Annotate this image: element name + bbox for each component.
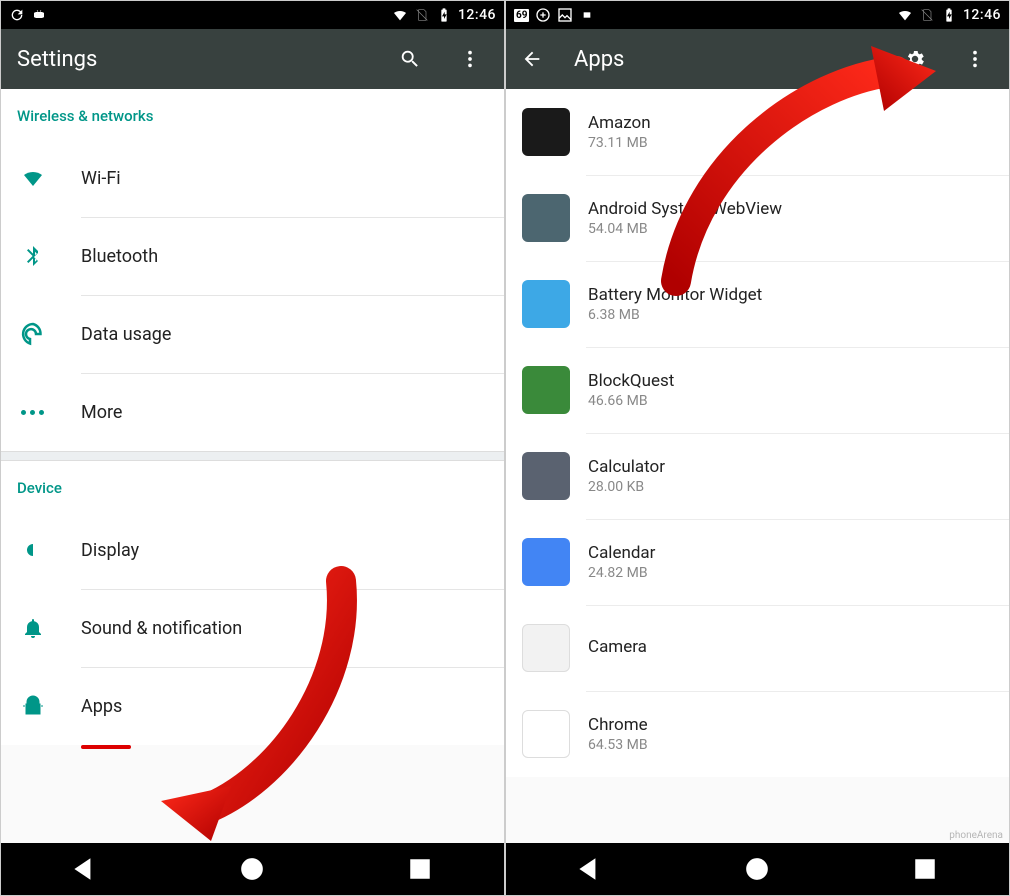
app-size: 46.66 MB bbox=[588, 393, 674, 409]
phone-settings: 12:46 Settings Wireless & networks Wi-Fi… bbox=[0, 0, 505, 896]
battery-charging-icon bbox=[436, 7, 452, 23]
app-icon bbox=[522, 624, 570, 672]
app-icon bbox=[522, 452, 570, 500]
nav-back-icon[interactable] bbox=[577, 856, 603, 882]
row-label: Wi-Fi bbox=[81, 168, 488, 189]
battery-charging-icon bbox=[941, 7, 957, 23]
app-size: 28.00 KB bbox=[588, 479, 665, 495]
app-name: Calculator bbox=[588, 457, 665, 477]
app-name: Calendar bbox=[588, 543, 655, 563]
nav-bar bbox=[1, 843, 504, 895]
app-size: 54.04 MB bbox=[588, 221, 782, 237]
row-label: Data usage bbox=[81, 324, 488, 345]
more-vert-icon bbox=[459, 48, 481, 70]
android-debug-icon bbox=[31, 7, 47, 23]
search-button[interactable] bbox=[392, 48, 428, 70]
app-size: 6.38 MB bbox=[588, 307, 762, 323]
back-button[interactable] bbox=[514, 48, 550, 70]
app-size: 73.11 MB bbox=[588, 135, 651, 151]
app-name: Chrome bbox=[588, 715, 648, 735]
bluetooth-icon bbox=[21, 244, 45, 268]
more-vert-icon bbox=[964, 48, 986, 70]
wifi-icon bbox=[897, 7, 913, 23]
app-name: Battery Monitor Widget bbox=[588, 285, 762, 305]
refresh-icon bbox=[9, 7, 25, 23]
app-icon bbox=[522, 710, 570, 758]
app-icon bbox=[522, 538, 570, 586]
display-icon bbox=[21, 538, 45, 562]
app-size: 24.82 MB bbox=[588, 565, 655, 581]
app-row[interactable]: Camera bbox=[506, 605, 1009, 691]
status-time: 12:46 bbox=[963, 7, 1001, 23]
arrow-back-icon bbox=[521, 48, 543, 70]
overflow-button[interactable] bbox=[957, 48, 993, 70]
app-status-icon bbox=[535, 7, 551, 23]
status-bar: 69 12:46 bbox=[506, 1, 1009, 29]
row-apps[interactable]: Apps bbox=[1, 667, 504, 745]
app-icon bbox=[522, 108, 570, 156]
notifications-icon bbox=[21, 616, 45, 640]
gear-icon bbox=[904, 48, 926, 70]
nav-home-icon[interactable] bbox=[744, 856, 770, 882]
app-row[interactable]: Amazon 73.11 MB bbox=[506, 89, 1009, 175]
row-wifi[interactable]: Wi-Fi bbox=[1, 139, 504, 217]
badge-icon: 69 bbox=[514, 9, 529, 22]
phone-apps: 69 12:46 Apps Amazon 73.11 MB Android Syst… bbox=[505, 0, 1010, 896]
app-size: 64.53 MB bbox=[588, 737, 648, 753]
app-row[interactable]: Battery Monitor Widget 6.38 MB bbox=[506, 261, 1009, 347]
app-name: Android System WebView bbox=[588, 199, 782, 219]
app-name: BlockQuest bbox=[588, 371, 674, 391]
row-sound[interactable]: Sound & notification bbox=[1, 589, 504, 667]
apps-list[interactable]: Amazon 73.11 MB Android System WebView 54.0… bbox=[506, 89, 1009, 843]
wifi-icon bbox=[21, 166, 45, 190]
no-sim-icon bbox=[919, 7, 935, 23]
annotation-underline bbox=[81, 745, 131, 749]
row-label: More bbox=[81, 402, 488, 423]
app-row[interactable]: Android System WebView 54.04 MB bbox=[506, 175, 1009, 261]
app-icon bbox=[522, 366, 570, 414]
app-icon bbox=[522, 280, 570, 328]
appbar-title: Settings bbox=[17, 47, 368, 72]
app-name: Amazon bbox=[588, 113, 651, 133]
section-wireless: Wireless & networks bbox=[1, 89, 504, 139]
status-bar: 12:46 bbox=[1, 1, 504, 29]
nav-recent-icon[interactable] bbox=[407, 856, 433, 882]
app-row[interactable]: Chrome 64.53 MB bbox=[506, 691, 1009, 777]
app-row[interactable]: BlockQuest 46.66 MB bbox=[506, 347, 1009, 433]
row-label: Bluetooth bbox=[81, 246, 488, 267]
row-bluetooth[interactable]: Bluetooth bbox=[1, 217, 504, 295]
image-icon bbox=[557, 7, 573, 23]
section-divider bbox=[1, 451, 504, 461]
configure-button[interactable] bbox=[897, 48, 933, 70]
overflow-button[interactable] bbox=[452, 48, 488, 70]
data-usage-icon bbox=[21, 322, 45, 346]
settings-content[interactable]: Wireless & networks Wi-Fi Bluetooth Data… bbox=[1, 89, 504, 843]
row-more[interactable]: More bbox=[1, 373, 504, 451]
status-time: 12:46 bbox=[458, 7, 496, 23]
app-row[interactable]: Calculator 28.00 KB bbox=[506, 433, 1009, 519]
row-data-usage[interactable]: Data usage bbox=[1, 295, 504, 373]
search-icon bbox=[399, 48, 421, 70]
app-row[interactable]: Calendar 24.82 MB bbox=[506, 519, 1009, 605]
more-horiz-icon bbox=[21, 410, 44, 415]
appbar-title: Apps bbox=[574, 47, 873, 72]
nav-bar bbox=[506, 843, 1009, 895]
row-label: Apps bbox=[81, 696, 488, 717]
apps-icon bbox=[21, 694, 45, 718]
android-debug-icon bbox=[579, 7, 595, 23]
nav-back-icon[interactable] bbox=[72, 856, 98, 882]
watermark: phoneArena bbox=[949, 830, 1003, 841]
appbar-settings: Settings bbox=[1, 29, 504, 89]
nav-home-icon[interactable] bbox=[239, 856, 265, 882]
wifi-icon bbox=[392, 7, 408, 23]
no-sim-icon bbox=[414, 7, 430, 23]
appbar-apps: Apps bbox=[506, 29, 1009, 89]
row-display[interactable]: Display bbox=[1, 511, 504, 589]
nav-recent-icon[interactable] bbox=[912, 856, 938, 882]
section-device: Device bbox=[1, 461, 504, 511]
app-icon bbox=[522, 194, 570, 242]
app-name: Camera bbox=[588, 637, 647, 657]
row-label: Sound & notification bbox=[81, 618, 488, 639]
row-label: Display bbox=[81, 540, 488, 561]
